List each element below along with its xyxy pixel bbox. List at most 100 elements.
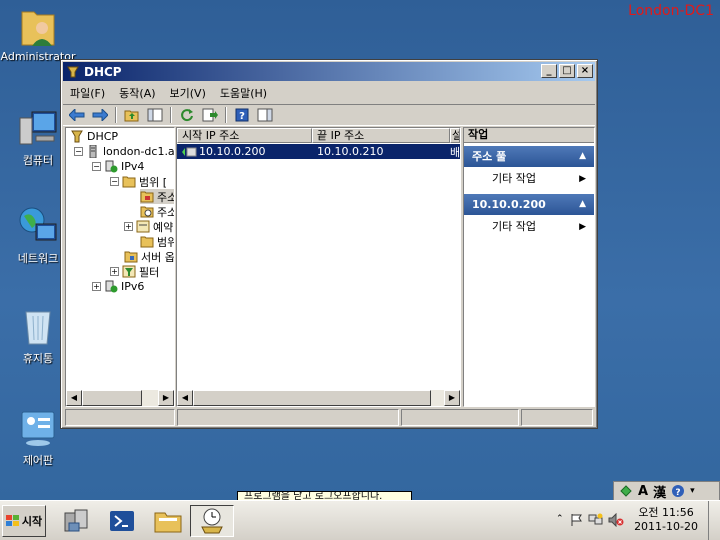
table-row[interactable]: 10.10.0.200 10.10.0.210 배 xyxy=(177,144,460,159)
show-hide-tree-button[interactable] xyxy=(145,106,165,124)
action-section-title: 주소 풀 xyxy=(472,150,507,163)
minimize-button[interactable]: _ xyxy=(541,64,557,78)
control-panel-icon xyxy=(18,408,58,448)
taskbar-powershell[interactable] xyxy=(100,505,144,537)
tree-item-server[interactable]: − london-dc1.a xyxy=(74,144,174,159)
tree-label: DHCP xyxy=(87,130,119,143)
tree-item-address-leases[interactable]: 주소 xyxy=(140,204,174,219)
language-bar-options-icon[interactable]: ▾ xyxy=(690,486,695,496)
action-item-label: 기타 작업 xyxy=(492,172,536,185)
tree-horizontal-scrollbar[interactable]: ◀ ▶ xyxy=(66,390,174,406)
collapse-up-icon[interactable]: ▲ xyxy=(579,146,586,167)
tree-label: 범위 xyxy=(157,235,174,249)
scroll-thumb[interactable] xyxy=(193,390,431,406)
show-hidden-icons-icon[interactable]: ⌃ xyxy=(556,514,564,524)
refresh-button[interactable] xyxy=(177,106,197,124)
console-tree: DHCP − london-dc1.a − IPv4 − 범위 [ 주소 주소 … xyxy=(66,128,174,390)
show-desktop-button[interactable] xyxy=(708,501,720,540)
tree-label: IPv6 xyxy=(121,280,145,293)
close-button[interactable]: × xyxy=(577,64,593,78)
network-icon[interactable] xyxy=(588,513,604,527)
clock-date: 2011-10-20 xyxy=(634,520,698,533)
address-leases-icon xyxy=(140,206,154,218)
forward-button[interactable] xyxy=(90,106,110,124)
maximize-button[interactable]: □ xyxy=(559,64,575,78)
column-header-description[interactable]: 설 xyxy=(450,128,460,143)
collapse-toggle[interactable]: − xyxy=(74,147,83,156)
help-icon: ? xyxy=(235,108,249,122)
collapse-toggle[interactable]: − xyxy=(110,177,119,186)
description-cell: 배 xyxy=(450,145,461,159)
reservations-icon xyxy=(136,220,150,233)
flag-icon[interactable] xyxy=(570,513,584,527)
menu-action[interactable]: 동작(A) xyxy=(112,85,162,101)
toolbar-separator xyxy=(225,107,227,123)
scroll-track[interactable] xyxy=(193,390,444,406)
taskbar-dhcp[interactable] xyxy=(190,505,234,537)
desktop-icon-administrator[interactable]: Administrator xyxy=(0,6,76,63)
scroll-right-button[interactable]: ▶ xyxy=(444,390,460,406)
tree-item-server-options[interactable]: 서버 옵 xyxy=(124,249,174,264)
taskbar-server-manager[interactable] xyxy=(54,505,98,537)
tree-item-scope-options[interactable]: 범위 xyxy=(140,234,174,249)
back-button[interactable] xyxy=(67,106,87,124)
start-button[interactable]: 시작 xyxy=(2,505,46,537)
action-more-actions[interactable]: 기타 작업 ▶ xyxy=(464,217,594,237)
collapse-up-icon[interactable]: ▲ xyxy=(579,194,586,215)
start-label: 시작 xyxy=(21,515,43,528)
collapse-toggle[interactable]: − xyxy=(92,162,101,171)
show-hide-action-pane-button[interactable] xyxy=(255,106,275,124)
tree-item-filters[interactable]: + 필터 xyxy=(110,264,159,279)
tree-item-scope[interactable]: − 범위 [ xyxy=(110,174,167,189)
menu-view[interactable]: 보기(V) xyxy=(163,85,213,101)
filter-icon xyxy=(122,265,136,278)
expand-toggle[interactable]: + xyxy=(110,267,119,276)
volume-muted-icon[interactable] xyxy=(608,513,624,527)
window-titlebar[interactable]: DHCP _ □ × xyxy=(63,62,595,81)
action-section-selected-range[interactable]: 10.10.0.200 ▲ xyxy=(464,194,594,215)
tree-item-reservations[interactable]: + 예약 xyxy=(124,219,173,234)
console-tree-pane[interactable]: DHCP − london-dc1.a − IPv4 − 범위 [ 주소 주소 … xyxy=(65,127,175,407)
menu-file[interactable]: 파일(F) xyxy=(63,85,112,101)
taskbar-explorer[interactable] xyxy=(146,505,190,537)
column-header-start-ip[interactable]: 시작 IP 주소 xyxy=(177,128,312,143)
tree-item-dhcp[interactable]: DHCP xyxy=(70,129,118,144)
input-mode-indicator[interactable]: A xyxy=(638,484,648,499)
console-tree-icon xyxy=(147,108,163,122)
scroll-right-button[interactable]: ▶ xyxy=(158,390,174,406)
scroll-left-button[interactable]: ◀ xyxy=(66,390,82,406)
scroll-thumb[interactable] xyxy=(82,390,142,406)
tree-label: 예약 xyxy=(153,220,174,234)
tree-label: 서버 옵 xyxy=(141,250,174,264)
result-list-pane[interactable]: 시작 IP 주소 끝 IP 주소 설 10.10.0.200 10.10.0.2… xyxy=(176,127,461,407)
toolbar-separator xyxy=(115,107,117,123)
scroll-left-button[interactable]: ◀ xyxy=(177,390,193,406)
up-level-button[interactable] xyxy=(122,106,142,124)
tree-item-address-pool[interactable]: 주소 xyxy=(140,189,174,204)
action-section-address-pool[interactable]: 주소 풀 ▲ xyxy=(464,146,594,167)
export-list-button[interactable] xyxy=(200,106,220,124)
expand-toggle[interactable]: + xyxy=(124,222,133,231)
refresh-icon xyxy=(181,109,193,122)
action-more-actions[interactable]: 기타 작업 ▶ xyxy=(464,169,594,189)
tree-item-ipv6[interactable]: + IPv6 xyxy=(92,279,144,294)
help-button[interactable]: ? xyxy=(232,106,252,124)
tree-item-ipv4[interactable]: − IPv4 xyxy=(92,159,144,174)
folder-up-icon xyxy=(124,110,139,122)
list-header: 시작 IP 주소 끝 IP 주소 설 xyxy=(177,128,460,143)
list-horizontal-scrollbar[interactable]: ◀ ▶ xyxy=(177,390,460,406)
hanja-indicator[interactable]: 漢 xyxy=(653,482,666,501)
language-bar[interactable]: A 漢 ? ▾ xyxy=(613,481,720,501)
server-icon xyxy=(89,145,97,158)
help-icon[interactable]: ? xyxy=(671,484,685,498)
menu-help[interactable]: 도움말(H) xyxy=(213,85,274,101)
expand-toggle[interactable]: + xyxy=(92,282,101,291)
forward-arrow-icon xyxy=(92,109,108,121)
clock[interactable]: 오전 11:56 2011-10-20 xyxy=(634,506,698,534)
scroll-track[interactable] xyxy=(82,390,158,406)
tree-label: 주소 xyxy=(157,190,174,204)
computer-icon xyxy=(18,108,58,148)
end-ip-cell: 10.10.0.210 xyxy=(317,145,384,158)
status-cell xyxy=(521,409,593,426)
column-header-end-ip[interactable]: 끝 IP 주소 xyxy=(312,128,450,143)
